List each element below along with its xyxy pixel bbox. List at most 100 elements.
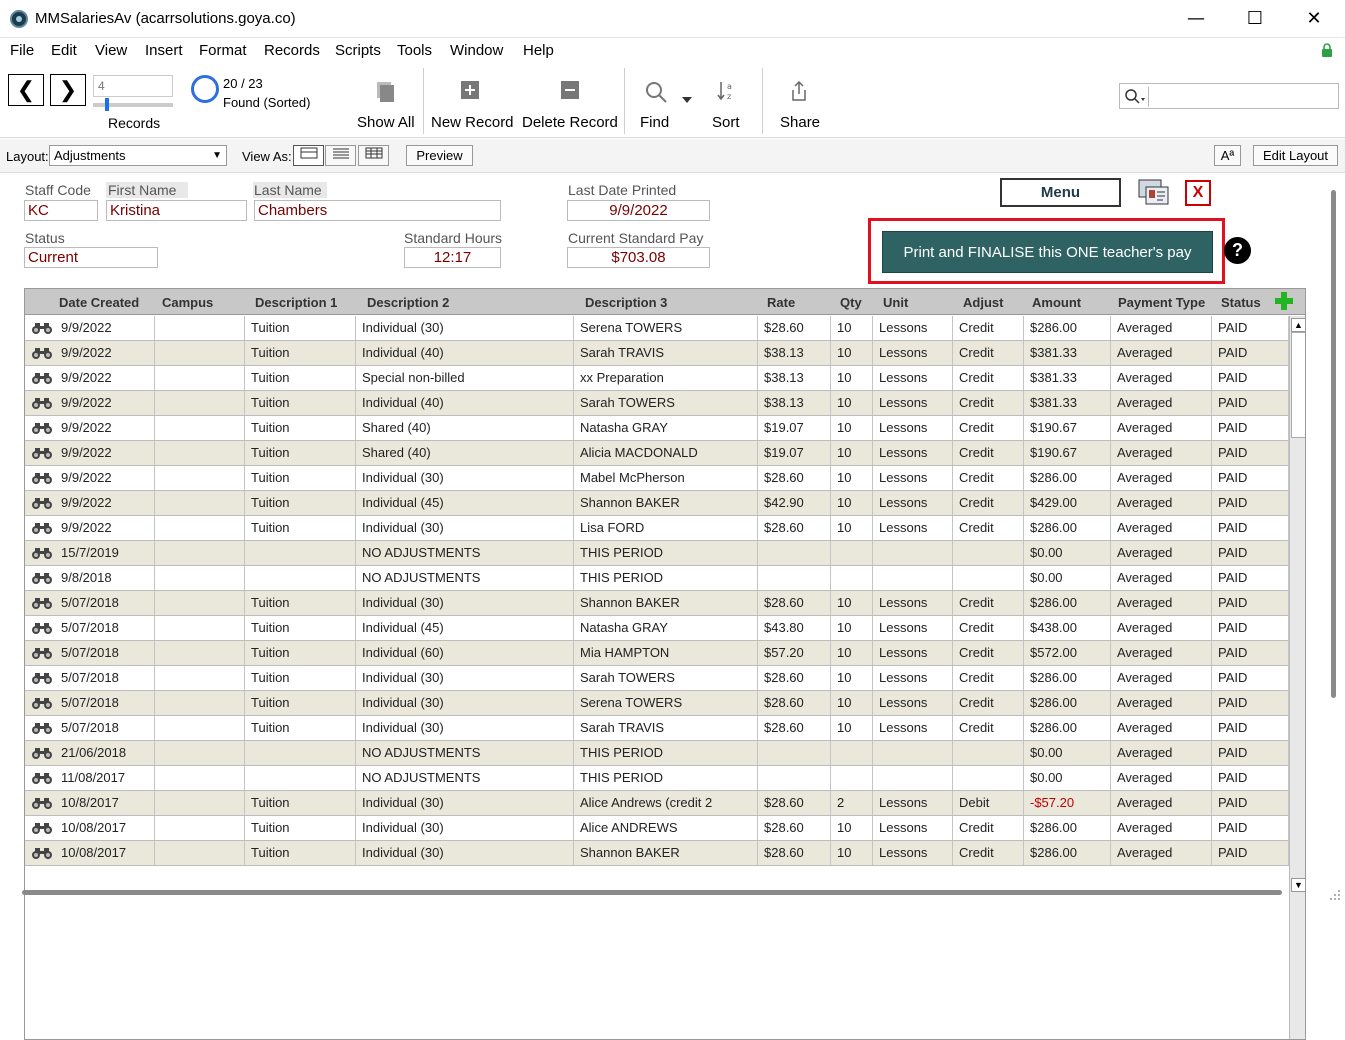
- table-row[interactable]: 5/07/2018 Tuition Individual (30) Shannon B…: [25, 591, 1289, 616]
- cell-status[interactable]: PAID: [1212, 791, 1289, 815]
- cell-status[interactable]: PAID: [1212, 366, 1289, 390]
- cell-payment-type[interactable]: Averaged: [1111, 766, 1212, 790]
- find-button[interactable]: Find: [640, 114, 669, 131]
- cell-campus[interactable]: [155, 591, 245, 615]
- cell-description-1[interactable]: Tuition: [245, 391, 356, 415]
- cell-amount[interactable]: $286.00: [1024, 316, 1111, 340]
- cell-rate[interactable]: [758, 741, 831, 765]
- cell-rate[interactable]: $28.60: [758, 316, 831, 340]
- table-row[interactable]: 10/8/2017 Tuition Individual (30) Alice And…: [25, 791, 1289, 816]
- cell-qty[interactable]: [831, 566, 873, 590]
- cell-payment-type[interactable]: Averaged: [1111, 391, 1212, 415]
- cell-description-3[interactable]: Serena TOWERS: [574, 316, 758, 340]
- cell-description-2[interactable]: Individual (30): [356, 466, 574, 490]
- col-description-1[interactable]: Description 1: [255, 295, 337, 310]
- cell-rate[interactable]: $38.13: [758, 391, 831, 415]
- binoculars-icon[interactable]: [31, 646, 53, 660]
- cell-date-created[interactable]: 10/08/2017: [55, 816, 155, 840]
- cell-campus[interactable]: [155, 791, 245, 815]
- cell-description-3[interactable]: Natasha GRAY: [574, 616, 758, 640]
- cell-qty[interactable]: 10: [831, 316, 873, 340]
- preview-button[interactable]: Preview: [406, 145, 473, 166]
- cell-date-created[interactable]: 9/9/2022: [55, 316, 155, 340]
- cell-description-1[interactable]: Tuition: [245, 591, 356, 615]
- cell-qty[interactable]: 10: [831, 641, 873, 665]
- cell-rate[interactable]: $38.13: [758, 341, 831, 365]
- menu-help[interactable]: Help: [523, 42, 554, 59]
- cell-payment-type[interactable]: Averaged: [1111, 541, 1212, 565]
- cell-qty[interactable]: 10: [831, 716, 873, 740]
- cell-campus[interactable]: [155, 566, 245, 590]
- cell-campus[interactable]: [155, 391, 245, 415]
- cell-description-3[interactable]: Mabel McPherson: [574, 466, 758, 490]
- binoculars-icon[interactable]: [31, 796, 53, 810]
- cell-description-3[interactable]: Shannon BAKER: [574, 591, 758, 615]
- cell-rate[interactable]: $28.60: [758, 716, 831, 740]
- cell-amount[interactable]: $0.00: [1024, 766, 1111, 790]
- cell-qty[interactable]: 10: [831, 391, 873, 415]
- cell-description-3[interactable]: THIS PERIOD: [574, 741, 758, 765]
- cell-qty[interactable]: 10: [831, 616, 873, 640]
- page-vertical-scrollbar[interactable]: [1331, 190, 1336, 698]
- scroll-up-button[interactable]: ▲: [1291, 318, 1305, 332]
- sort-az-icon[interactable]: a z: [716, 80, 738, 102]
- cell-date-created[interactable]: 5/07/2018: [55, 641, 155, 665]
- cell-status[interactable]: PAID: [1212, 666, 1289, 690]
- cell-adjust[interactable]: Credit: [953, 716, 1024, 740]
- view-as-list-button[interactable]: [325, 145, 356, 166]
- cell-payment-type[interactable]: Averaged: [1111, 666, 1212, 690]
- cell-description-3[interactable]: Sarah TOWERS: [574, 391, 758, 415]
- cell-description-1[interactable]: Tuition: [245, 441, 356, 465]
- staff-code-field[interactable]: KC: [24, 200, 98, 221]
- next-record-button[interactable]: ❯: [50, 74, 86, 106]
- cell-campus[interactable]: [155, 416, 245, 440]
- status-field[interactable]: Current: [24, 247, 158, 268]
- finalise-pay-button[interactable]: Print and FINALISE this ONE teacher's pa…: [882, 231, 1213, 273]
- cell-description-1[interactable]: Tuition: [245, 641, 356, 665]
- cell-payment-type[interactable]: Averaged: [1111, 316, 1212, 340]
- cell-description-1[interactable]: Tuition: [245, 366, 356, 390]
- cell-status[interactable]: PAID: [1212, 841, 1289, 865]
- cell-unit[interactable]: Lessons: [873, 341, 953, 365]
- cell-unit[interactable]: Lessons: [873, 716, 953, 740]
- cell-adjust[interactable]: Credit: [953, 341, 1024, 365]
- table-row[interactable]: 5/07/2018 Tuition Individual (30) Sarah TRA…: [25, 716, 1289, 741]
- cell-status[interactable]: PAID: [1212, 816, 1289, 840]
- cell-description-1[interactable]: Tuition: [245, 316, 356, 340]
- cell-qty[interactable]: 10: [831, 366, 873, 390]
- table-row[interactable]: 9/9/2022 Tuition Individual (45) Shannon BA…: [25, 491, 1289, 516]
- col-payment-type[interactable]: Payment Type: [1118, 295, 1205, 310]
- cell-adjust[interactable]: Credit: [953, 691, 1024, 715]
- cell-amount[interactable]: -$57.20: [1024, 791, 1111, 815]
- cell-description-3[interactable]: xx Preparation: [574, 366, 758, 390]
- cell-status[interactable]: PAID: [1212, 441, 1289, 465]
- cell-unit[interactable]: [873, 766, 953, 790]
- cell-payment-type[interactable]: Averaged: [1111, 466, 1212, 490]
- cell-description-1[interactable]: Tuition: [245, 691, 356, 715]
- cell-description-2[interactable]: Individual (30): [356, 791, 574, 815]
- cell-description-3[interactable]: Alice Andrews (credit 2: [574, 791, 758, 815]
- cell-rate[interactable]: $28.60: [758, 841, 831, 865]
- binoculars-icon[interactable]: [31, 746, 53, 760]
- cell-qty[interactable]: 2: [831, 791, 873, 815]
- cell-status[interactable]: PAID: [1212, 391, 1289, 415]
- menu-insert[interactable]: Insert: [145, 42, 183, 59]
- cell-unit[interactable]: Lessons: [873, 691, 953, 715]
- cell-adjust[interactable]: Credit: [953, 491, 1024, 515]
- menu-format[interactable]: Format: [199, 42, 247, 59]
- cell-description-3[interactable]: Shannon BAKER: [574, 491, 758, 515]
- cell-status[interactable]: PAID: [1212, 541, 1289, 565]
- sort-button[interactable]: Sort: [712, 114, 740, 131]
- menu-scripts[interactable]: Scripts: [335, 42, 381, 59]
- cell-description-3[interactable]: Sarah TRAVIS: [574, 716, 758, 740]
- cell-date-created[interactable]: 9/9/2022: [55, 391, 155, 415]
- binoculars-icon[interactable]: [31, 621, 53, 635]
- cell-description-1[interactable]: Tuition: [245, 466, 356, 490]
- table-row[interactable]: 11/08/2017 NO ADJUSTMENTS THIS PERIOD $0.00…: [25, 766, 1289, 791]
- cell-date-created[interactable]: 10/8/2017: [55, 791, 155, 815]
- cell-adjust[interactable]: Credit: [953, 666, 1024, 690]
- cell-description-1[interactable]: Tuition: [245, 666, 356, 690]
- cell-qty[interactable]: 10: [831, 666, 873, 690]
- cell-unit[interactable]: Lessons: [873, 666, 953, 690]
- cell-campus[interactable]: [155, 766, 245, 790]
